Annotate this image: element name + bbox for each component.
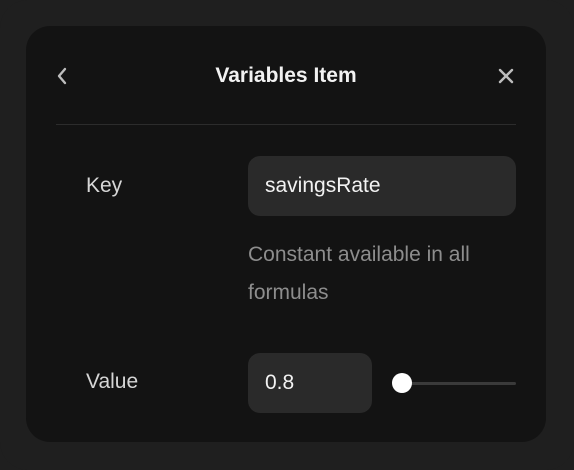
header-divider [56,124,516,125]
slider-thumb[interactable] [392,373,412,393]
dialog-title: Variables Item [215,64,357,87]
value-input[interactable] [248,353,372,413]
key-input[interactable] [248,156,516,216]
dialog-header: Variables Item [26,26,546,126]
close-button[interactable] [496,65,516,87]
chevron-left-icon [57,67,67,85]
dialog-backdrop: Variables Item Key Constant available in… [0,0,574,470]
slider-track[interactable] [402,382,516,385]
value-label: Value [86,370,139,393]
value-slider[interactable] [392,372,516,394]
key-helper-text: Constant available in all formulas [248,243,470,304]
close-icon [498,68,514,84]
key-label: Key [86,174,123,197]
variables-item-panel: Variables Item Key Constant available in… [26,26,546,442]
back-button[interactable] [52,64,72,88]
